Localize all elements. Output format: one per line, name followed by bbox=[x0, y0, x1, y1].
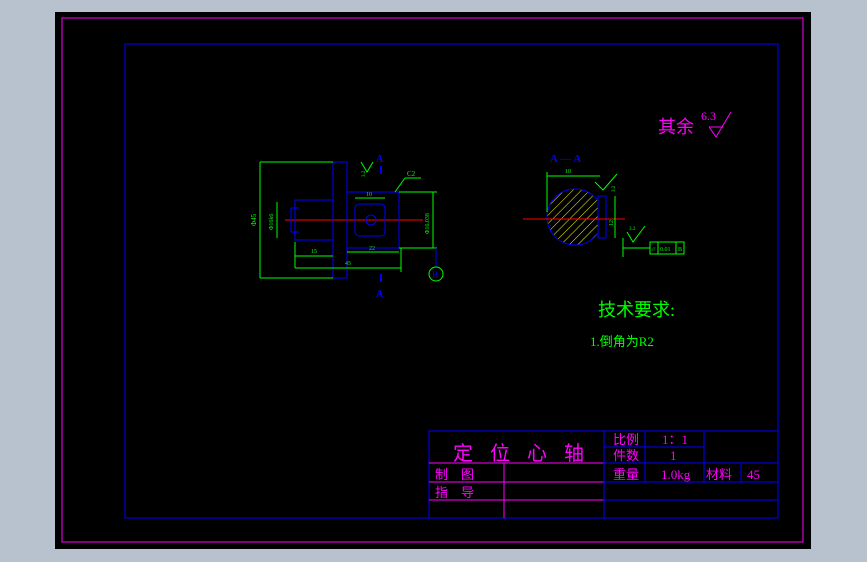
weight-label: 重量 bbox=[613, 467, 639, 482]
tech-req-item-1: 1.倒角为R2 bbox=[590, 334, 654, 349]
dim-len-15: 15 bbox=[311, 249, 317, 255]
section-width-dim: 10 bbox=[565, 169, 571, 175]
qty-value: 1 bbox=[670, 448, 677, 463]
roughness-note: 其余 6.3 bbox=[658, 109, 732, 138]
roughness-main: 3.2 bbox=[362, 170, 367, 177]
weight-value: 1.0kg bbox=[661, 467, 691, 482]
material-value: 45 bbox=[747, 467, 760, 482]
roughness-value: 6.3 bbox=[701, 109, 716, 123]
part-name: 定 位 心 轴 bbox=[453, 442, 590, 465]
scale-label: 比例 bbox=[613, 432, 639, 447]
tolerance-symbol: // bbox=[652, 247, 656, 253]
title-block: 定 位 心 轴 比例 1：1 件数 1 重量 1.0kg 材料 45 制 图 指… bbox=[428, 430, 779, 519]
tolerance-datum: B bbox=[678, 247, 682, 253]
main-view: Φ45 Φ16k6 15 22 45 10 Φ16.038 C2 3.2 A A bbox=[250, 154, 444, 300]
section-mark-top: A bbox=[376, 154, 384, 165]
dim-shaft: Φ16k6 bbox=[269, 214, 275, 230]
drawing-canvas: 其余 6.3 Φ45 Φ16k6 15 22 45 10 Φ16.038 C2 … bbox=[61, 17, 804, 543]
dim-left-height: Φ45 bbox=[250, 213, 258, 226]
section-circle bbox=[546, 188, 604, 246]
guide-label: 指 导 bbox=[435, 485, 474, 500]
drawn-label: 制 图 bbox=[435, 467, 474, 482]
dim-len-22: 22 bbox=[369, 246, 375, 252]
qty-label: 件数 bbox=[613, 448, 639, 463]
material-label: 材料 bbox=[706, 467, 732, 482]
tech-req-title: 技术要求: bbox=[598, 300, 675, 320]
scale-value: 1：1 bbox=[662, 432, 688, 447]
cad-viewport: 其余 6.3 Φ45 Φ16k6 15 22 45 10 Φ16.038 C2 … bbox=[55, 12, 811, 549]
section-mark-bottom: A bbox=[376, 289, 384, 300]
tech-requirements: 技术要求: 1.倒角为R2 bbox=[590, 300, 675, 349]
section-view: A — A 10 12 3.2 3.2 // 0.01 B bbox=[523, 153, 685, 257]
dim-len-45: 45 bbox=[345, 261, 351, 267]
dim-right: Φ16.038 bbox=[425, 213, 431, 234]
roughness-label: 其余 bbox=[658, 117, 694, 137]
section-roughness-2: 3.2 bbox=[629, 227, 636, 232]
tolerance-value: 0.01 bbox=[660, 247, 671, 253]
section-flat bbox=[597, 195, 607, 239]
chamfer-label: C2 bbox=[407, 170, 416, 178]
datum-label: B bbox=[432, 270, 438, 280]
section-height-dim: 12 bbox=[609, 220, 615, 226]
section-title: A — A bbox=[550, 153, 581, 165]
section-roughness-1: 3.2 bbox=[612, 185, 617, 192]
dim-len-10: 10 bbox=[366, 192, 372, 198]
